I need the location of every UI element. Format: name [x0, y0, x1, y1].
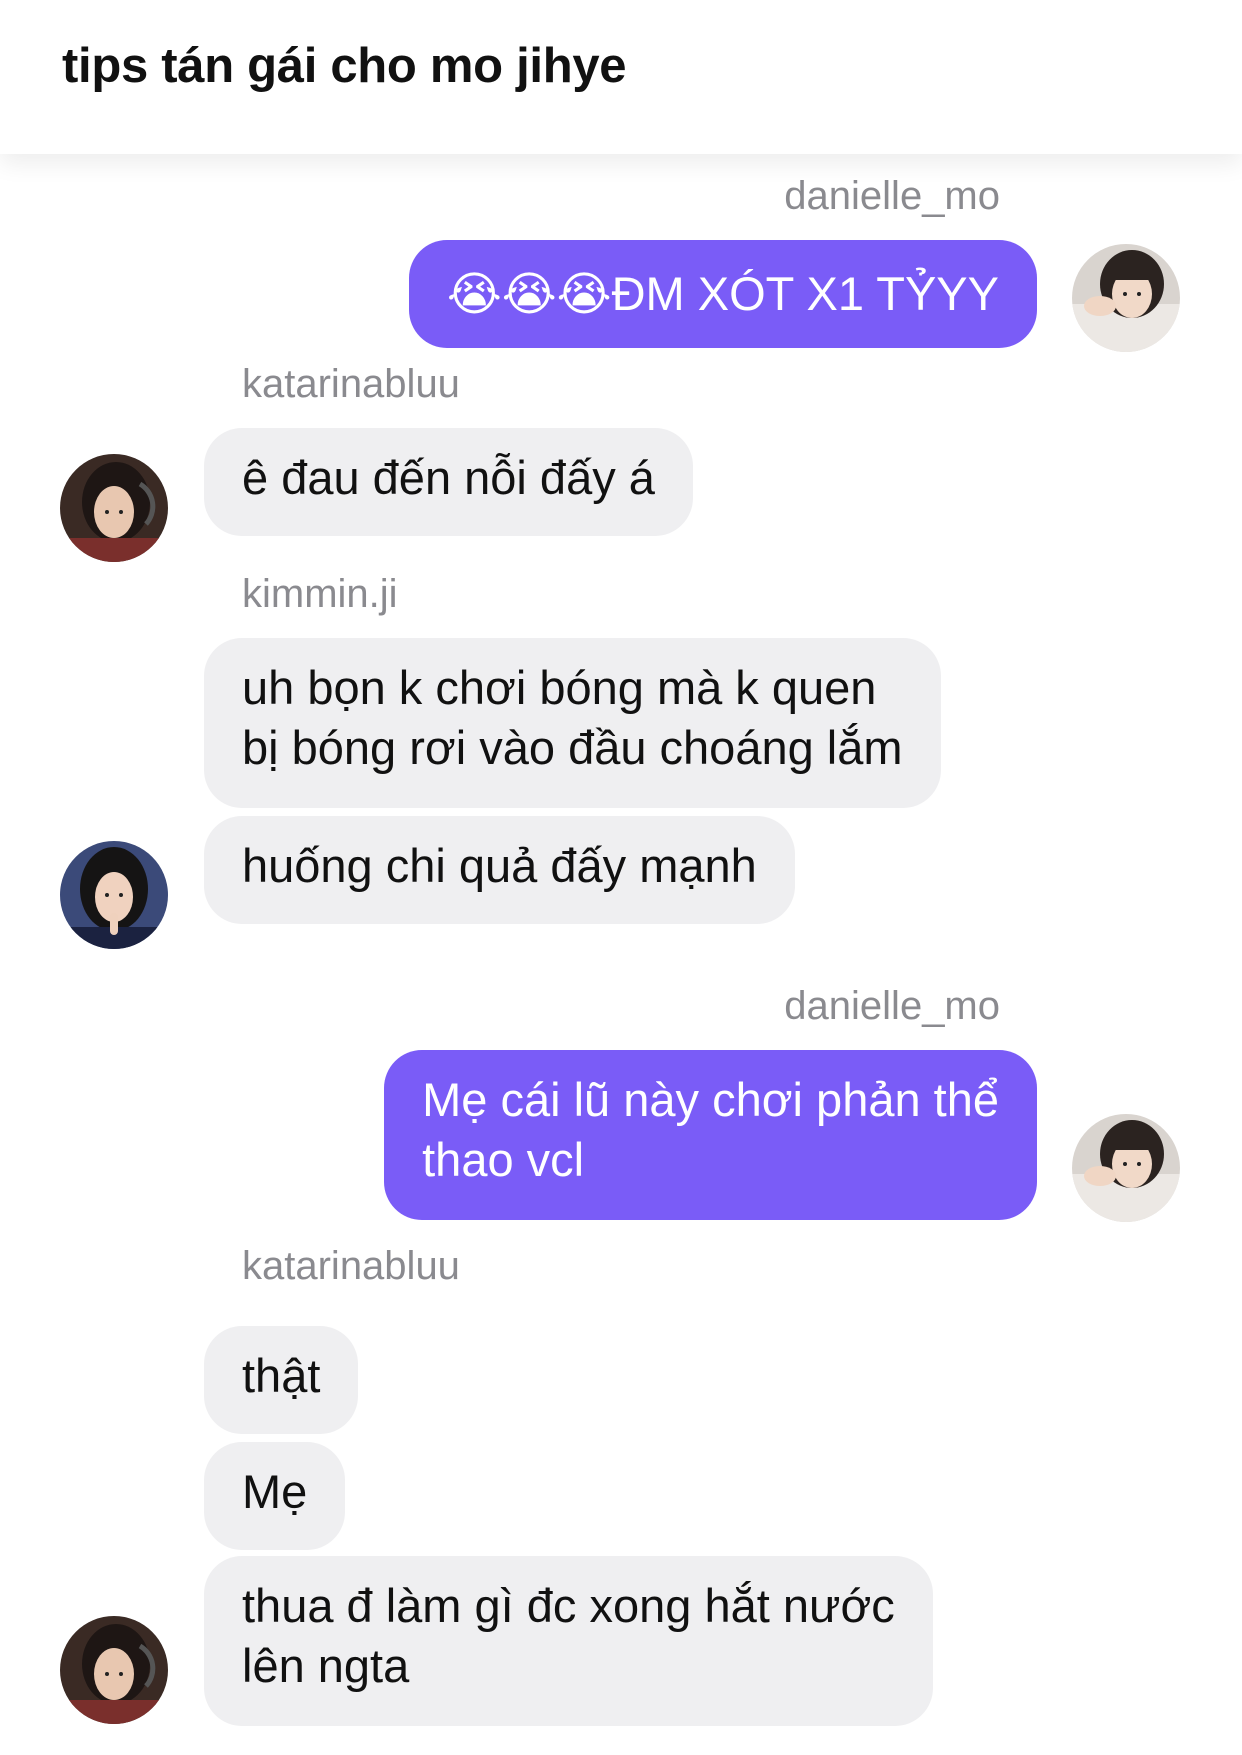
avatar-danielle[interactable]	[1072, 1114, 1180, 1222]
chat-header: tips tán gái cho mo jihye	[0, 0, 1242, 154]
outgoing-message-bubble[interactable]: Mẹ cái lũ này chơi phản thể thao vcl	[384, 1050, 1037, 1220]
incoming-message-bubble[interactable]: uh bọn k chơi bóng mà k quen bị bóng rơi…	[204, 638, 941, 808]
message-thread[interactable]: danielle_mo 😭😭😭ĐM XÓT X1 TỶYY katarinabl…	[0, 154, 1242, 1755]
avatar-minji[interactable]	[60, 841, 168, 949]
outgoing-message-bubble[interactable]: 😭😭😭ĐM XÓT X1 TỶYY	[408, 240, 1037, 348]
message-line: Mẹ cái lũ này chơi phản thể	[422, 1073, 999, 1126]
message-text: 😭😭😭ĐM XÓT X1 TỶYY	[446, 267, 999, 320]
message-line: thao vcl	[422, 1133, 585, 1186]
sender-name: katarinabluu	[242, 1244, 460, 1288]
message-text: ê đau đến nỗi đấy á	[242, 451, 655, 504]
avatar-katarina[interactable]	[60, 1616, 168, 1724]
sender-name: kimmin.ji	[242, 572, 398, 616]
sender-name: danielle_mo	[784, 174, 1000, 218]
message-text: thật	[242, 1349, 321, 1402]
sender-name: danielle_mo	[784, 984, 1000, 1028]
message-line: uh bọn k chơi bóng mà k quen	[242, 661, 877, 714]
message-line: bị bóng rơi vào đầu choáng lắm	[242, 721, 903, 774]
avatar-katarina[interactable]	[60, 454, 168, 562]
avatar-danielle[interactable]	[1072, 244, 1180, 352]
message-text: huống chi quả đấy mạnh	[242, 839, 757, 892]
message-line: lên ngta	[242, 1639, 410, 1692]
message-line: thua đ làm gì đc xong hắt nước	[242, 1579, 895, 1632]
incoming-message-bubble[interactable]: huống chi quả đấy mạnh	[204, 816, 795, 924]
sender-name: katarinabluu	[242, 362, 460, 406]
incoming-message-bubble[interactable]: ê đau đến nỗi đấy á	[204, 428, 693, 536]
incoming-message-bubble[interactable]: thật	[204, 1326, 359, 1434]
incoming-message-bubble[interactable]: Mẹ	[204, 1442, 346, 1550]
message-text: Mẹ	[242, 1465, 308, 1518]
group-chat-title[interactable]: tips tán gái cho mo jihye	[62, 38, 627, 94]
incoming-message-bubble[interactable]: thua đ làm gì đc xong hắt nước lên ngta	[204, 1556, 933, 1726]
